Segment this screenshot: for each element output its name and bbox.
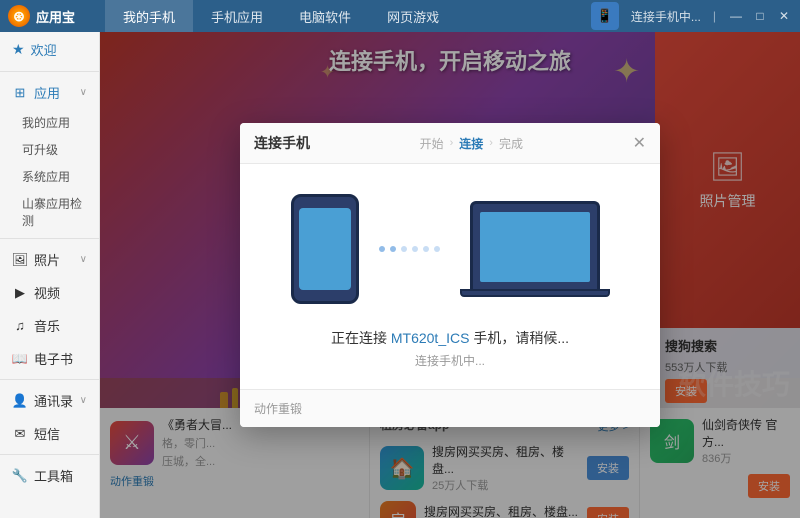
sidebar-item-video[interactable]: ▶ 视频 [0, 276, 99, 309]
phone-screen [299, 208, 351, 290]
laptop-screen [480, 212, 590, 282]
phone-model: MT620t_ICS [391, 330, 470, 346]
connect-dots [379, 246, 440, 252]
modal-step-start: 开始 [420, 135, 444, 152]
title-bar: ⊛ 应用宝 我的手机 手机应用 电脑软件 网页游戏 📱 连接手机中... | —… [0, 0, 800, 32]
sidebar-item-photos[interactable]: 🖼 照片 ∨ [0, 243, 99, 276]
nav-tab-webgame[interactable]: 网页游戏 [369, 0, 457, 32]
laptop-shape [460, 201, 610, 297]
phone-shape [291, 194, 359, 304]
connect-modal: 连接手机 开始 › 连接 › 完成 ✕ [240, 123, 660, 427]
contacts-icon: 👤 [12, 393, 28, 409]
sidebar-divider-4 [0, 454, 99, 455]
connect-status: 正在连接 MT620t_ICS 手机，请稍候... [331, 328, 569, 348]
dot-6 [434, 246, 440, 252]
sidebar-item-music[interactable]: ♫ 音乐 [0, 309, 99, 342]
sidebar-divider-2 [0, 238, 99, 239]
maximize-button[interactable]: □ [752, 8, 768, 24]
modal-header: 连接手机 开始 › 连接 › 完成 ✕ [240, 123, 660, 164]
modal-overlay: 连接手机 开始 › 连接 › 完成 ✕ [100, 32, 800, 518]
modal-close-button[interactable]: ✕ [633, 133, 646, 153]
modal-action-button[interactable]: 动作重锻 [254, 400, 302, 417]
sidebar-item-ebook[interactable]: 📖 电子书 [0, 342, 99, 375]
photo-icon: 🖼 [12, 252, 28, 268]
toolbox-icon: 🔧 [12, 468, 28, 484]
dot-2 [390, 246, 396, 252]
grid-icon: ⊞ [12, 85, 28, 101]
message-icon: ✉ [12, 426, 28, 442]
nav-tab-pcsoftware[interactable]: 电脑软件 [281, 0, 369, 32]
modal-step-done: 完成 [499, 135, 523, 152]
sidebar-item-apps[interactable]: ⊞ 应用 ∨ [0, 76, 99, 109]
modal-steps: 开始 › 连接 › 完成 [420, 135, 523, 152]
music-icon: ♫ [12, 318, 28, 334]
modal-step-connect: 连接 [459, 135, 483, 152]
app-logo: ⊛ [8, 5, 30, 27]
nav-tab-phoneapp[interactable]: 手机应用 [193, 0, 281, 32]
phone-connect-icon: 📱 [591, 2, 619, 30]
sidebar-item-sms[interactable]: ✉ 短信 [0, 417, 99, 450]
sidebar-item-toolbox[interactable]: 🔧 工具箱 [0, 459, 99, 492]
sidebar-item-sysapps[interactable]: 系统应用 [0, 163, 99, 190]
dot-3 [401, 246, 407, 252]
modal-title: 连接手机 [254, 133, 310, 153]
sidebar: ★ 欢迎 ⊞ 应用 ∨ 我的应用 可升级 系统应用 山寨应用检测 🖼 照片 ∨ … [0, 32, 100, 518]
minimize-button[interactable]: — [728, 8, 744, 24]
sidebar-item-fake-detect[interactable]: 山寨应用检测 [0, 190, 99, 234]
app-name: 应用宝 [36, 7, 75, 26]
connect-sub-status: 连接手机中... [415, 352, 485, 369]
dot-1 [379, 246, 385, 252]
nav-tab-myphone[interactable]: 我的手机 [105, 0, 193, 32]
sidebar-divider-3 [0, 379, 99, 380]
modal-body: 正在连接 MT620t_ICS 手机，请稍候... 连接手机中... [240, 164, 660, 389]
modal-footer: 动作重锻 [240, 389, 660, 427]
sidebar-item-contacts[interactable]: 👤 通讯录 ∨ [0, 384, 99, 417]
title-bar-right: 📱 连接手机中... | — □ ✕ [591, 2, 792, 30]
connect-visual [291, 194, 610, 304]
close-button[interactable]: ✕ [776, 8, 792, 24]
sidebar-item-myapps[interactable]: 我的应用 [0, 109, 99, 136]
sidebar-item-upgradable[interactable]: 可升级 [0, 136, 99, 163]
sidebar-item-welcome[interactable]: ★ 欢迎 [0, 32, 99, 67]
sidebar-divider-1 [0, 71, 99, 72]
laptop-base [460, 289, 610, 297]
dot-5 [423, 246, 429, 252]
book-icon: 📖 [12, 351, 28, 367]
connect-status-text: 连接手机中... [631, 8, 701, 25]
main-layout: ★ 欢迎 ⊞ 应用 ∨ 我的应用 可升级 系统应用 山寨应用检测 🖼 照片 ∨ … [0, 32, 800, 518]
nav-tabs: 我的手机 手机应用 电脑软件 网页游戏 [105, 0, 591, 32]
dot-4 [412, 246, 418, 252]
laptop-screen-container [470, 201, 600, 289]
video-icon: ▶ [12, 285, 28, 301]
content-area: ✦ ✦ ✦ ✦ 连接手机，开启移动之旅 🖼 照片管理 搜狗搜索 553万人下载 … [100, 32, 800, 518]
